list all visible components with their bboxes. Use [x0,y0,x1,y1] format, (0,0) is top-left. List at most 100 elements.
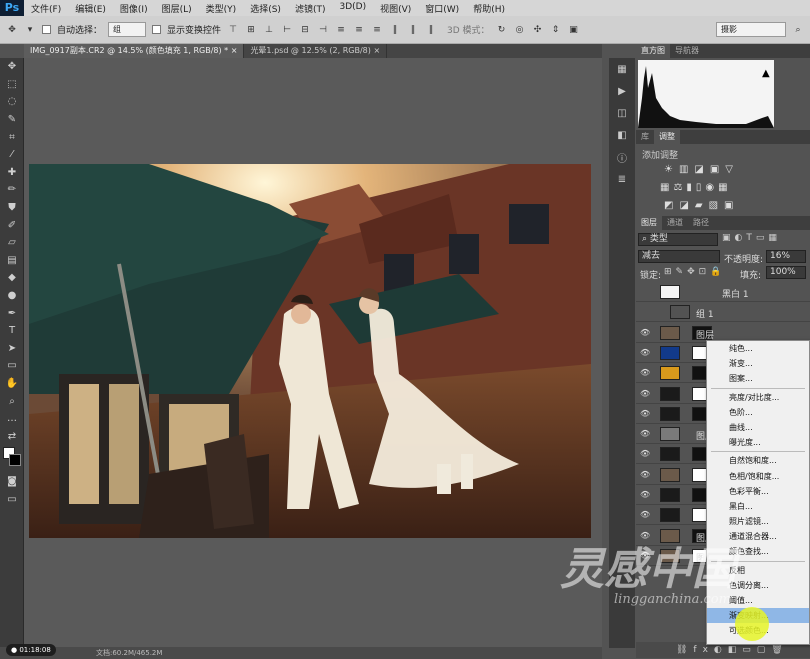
dodge-tool-icon[interactable]: ● [0,287,24,305]
menu-item[interactable]: 文件(F) [24,2,68,15]
menu-item-adjustment[interactable]: 曲线... [707,420,809,435]
distribute-right-icon[interactable]: ‖ [425,25,437,35]
menu-item[interactable]: 图层(L) [155,2,199,15]
play-actions-icon[interactable]: ▶ [609,80,635,102]
align-bottom-icon[interactable]: ⊥ [263,25,275,35]
tab-layers[interactable]: 图层 [636,216,662,230]
tab-library[interactable]: 库 [636,130,654,144]
menu-item-adjustment[interactable]: 渐变... [707,356,809,371]
info-icon[interactable]: ⓘ [609,146,635,168]
fill-field[interactable]: 100% [766,266,806,279]
visibility-eye-icon[interactable]: 👁 [640,510,650,520]
chevron-down-icon[interactable]: ▾ [24,25,36,35]
adjust-row-2[interactable]: ▦⚖▮▯◉▦ [660,182,732,193]
menu-item-adjustment[interactable]: 照片滤镜... [707,514,809,529]
swap-colors-icon[interactable]: ⇄ [0,427,24,445]
tab-img-0917[interactable]: IMG_0917副本.CR2 @ 14.5% (颜色填充 1, RGB/8) *… [24,44,245,58]
distribute-middle-icon[interactable]: ≡ [353,25,365,35]
menu-item-adjustment[interactable]: 曝光度... [707,435,809,450]
menu-item-adjustment[interactable]: 自然饱和度... [707,453,809,468]
opacity-field[interactable]: 16% [766,250,806,263]
workspace-dropdown[interactable]: 摄影 [716,22,786,37]
menu-item-adjustment[interactable]: 黑白... [707,499,809,514]
adjust-row-3[interactable]: ◩◪▰▧▣ [664,200,739,211]
adjust-row-1[interactable]: ☀▥◪▣▽ [664,164,739,175]
zoom-tool-icon[interactable]: ⌕ [0,392,24,410]
visibility-eye-icon[interactable] [640,307,650,317]
3d-drag-icon[interactable]: ✣ [532,25,544,35]
visibility-eye-icon[interactable]: 👁 [640,429,650,439]
3d-roll-icon[interactable]: ◎ [514,25,526,35]
blur-tool-icon[interactable]: ◆ [0,269,24,287]
menu-item-adjustment[interactable]: 色阶... [707,405,809,420]
lock-icons[interactable]: ⊞✎✥⊡🔒 [664,267,725,277]
align-top-icon[interactable]: ⊤ [227,25,239,35]
screen-mode-icon[interactable]: ▭ [0,491,24,509]
tab-adjustments[interactable]: 调整 [654,130,680,144]
move-tool-icon[interactable]: ✥ [0,58,24,76]
visibility-eye-icon[interactable]: 👁 [640,470,650,480]
history-brush-icon[interactable]: ✐ [0,216,24,234]
tab-histogram[interactable]: 直方图 [636,44,670,58]
tab-paths[interactable]: 路径 [688,216,714,230]
type-tool-icon[interactable]: T [0,322,24,340]
crop-tool-icon[interactable]: ⌗ [0,128,24,146]
visibility-eye-icon[interactable] [640,287,650,297]
tab-guangyun[interactable]: 光晕1.psd @ 12.5% (2, RGB/8) × [244,44,388,58]
visibility-eye-icon[interactable]: 👁 [640,328,650,338]
menu-item[interactable]: 编辑(E) [68,2,113,15]
menu-item-adjustment[interactable]: 亮度/对比度... [707,390,809,405]
quick-mask-icon[interactable]: ◙ [0,473,24,491]
menu-item-adjustment[interactable]: 色彩平衡... [707,484,809,499]
visibility-eye-icon[interactable]: 👁 [640,449,650,459]
layer-row[interactable]: 黑白 1 [636,282,810,302]
move-tool-icon[interactable]: ✥ [6,25,18,35]
align-middle-icon[interactable]: ⊞ [245,25,257,35]
more-tools-icon[interactable]: … [0,410,24,428]
distribute-top-icon[interactable]: ≡ [335,25,347,35]
align-right-icon[interactable]: ⊣ [317,25,329,35]
shape-tool-icon[interactable]: ▭ [0,357,24,375]
marquee-tool-icon[interactable]: ⬚ [0,76,24,94]
menu-item[interactable]: 选择(S) [243,2,288,15]
tab-channels[interactable]: 通道 [662,216,688,230]
layer-row[interactable]: 组 1 [636,302,810,323]
layer-comps-icon[interactable]: ◫ [609,102,635,124]
menu-item-adjustment[interactable]: 纯色... [707,341,809,356]
eraser-icon[interactable]: ▱ [0,234,24,252]
align-left-icon[interactable]: ⊢ [281,25,293,35]
visibility-eye-icon[interactable]: 👁 [640,409,650,419]
lasso-tool-icon[interactable]: ◌ [0,93,24,111]
search-icon[interactable]: ⌕ [792,25,804,35]
menu-item-adjustment[interactable]: 图案... [707,371,809,386]
menu-item-adjustment[interactable]: 通道混合器... [707,529,809,544]
pen-tool-icon[interactable]: ✒ [0,304,24,322]
distribute-bottom-icon[interactable]: ≡ [371,25,383,35]
menu-item-adjustment[interactable]: 色相/饱和度... [707,469,809,484]
background-color[interactable] [9,454,21,467]
visibility-eye-icon[interactable]: 👁 [640,368,650,378]
menu-item[interactable]: 类型(Y) [199,2,244,15]
layer-kind-filter[interactable]: ⌕ 类型 [638,233,718,246]
distribute-center-icon[interactable]: ‖ [407,25,419,35]
visibility-eye-icon[interactable]: 👁 [640,490,650,500]
3d-scale-icon[interactable]: ▣ [568,25,580,35]
tab-navigator[interactable]: 导航器 [670,44,704,58]
close-icon[interactable]: × [231,46,238,55]
visibility-eye-icon[interactable]: 👁 [640,531,650,541]
show-transform-checkbox[interactable] [152,25,162,34]
properties-icon[interactable]: ◧ [609,124,635,146]
eyedropper-icon[interactable]: ⁄ [0,146,24,164]
menu-item[interactable]: 窗口(W) [418,2,466,15]
healing-brush-icon[interactable]: ✚ [0,164,24,182]
auto-select-checkbox[interactable] [42,25,51,34]
menu-item[interactable]: 视图(V) [373,2,418,15]
layer-filter-icons[interactable]: ▣◐T▭▦ [722,233,781,243]
brush-tool-icon[interactable]: ✏ [0,181,24,199]
gradient-tool-icon[interactable]: ▤ [0,252,24,270]
menu-item[interactable]: 3D(D) [332,2,373,15]
3d-rotate-icon[interactable]: ↻ [496,25,508,35]
distribute-left-icon[interactable]: ‖ [389,25,401,35]
menu-item[interactable]: 图像(I) [113,2,155,15]
menu-item[interactable]: 帮助(H) [466,2,512,15]
